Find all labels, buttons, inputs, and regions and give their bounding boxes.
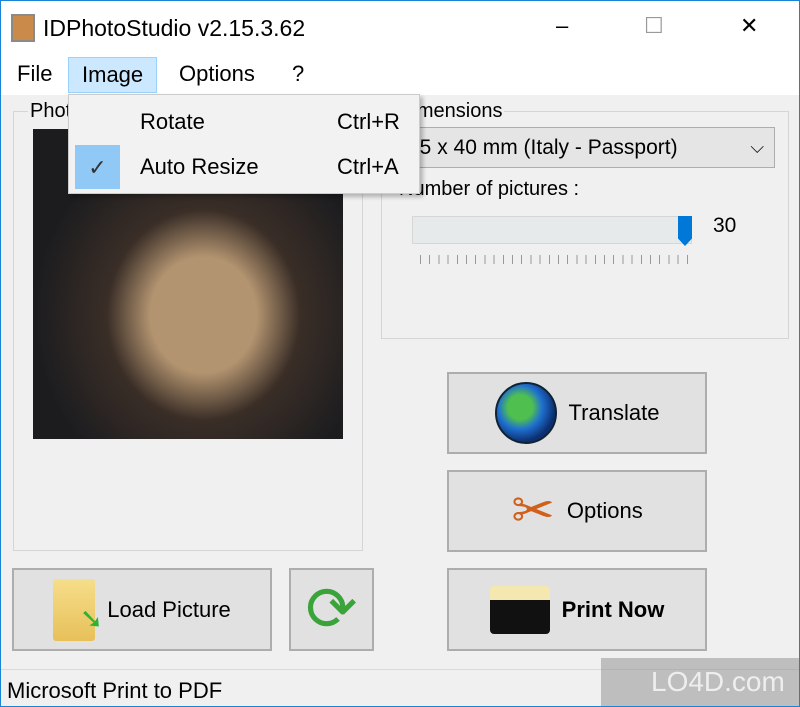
refresh-button[interactable]: ⟳ [289, 568, 374, 651]
options-label: Options [566, 498, 643, 523]
translate-label: Translate [568, 400, 660, 425]
menu-image[interactable]: Image [68, 57, 158, 93]
minimize-button[interactable]: – [556, 13, 568, 39]
rotate-label: Rotate [140, 109, 205, 134]
pictures-value: 30 [713, 214, 737, 237]
close-button[interactable]: ✕ [740, 13, 758, 39]
print-now-label: Print Now [561, 596, 665, 622]
window-title: IDPhotoStudio v2.15.3.62 [43, 15, 306, 41]
app-icon [11, 14, 35, 42]
format-value: 35 x 40 mm (Italy - Passport) [408, 136, 678, 159]
refresh-icon: ⟳ [305, 574, 358, 644]
globe-icon [494, 382, 557, 444]
status-printer: Microsoft Print to PDF [7, 678, 223, 703]
load-picture-button[interactable]: ➘ Load Picture [12, 568, 272, 651]
slider-ticks [420, 255, 688, 264]
load-picture-label: Load Picture [107, 596, 231, 622]
menu-file[interactable]: File [4, 57, 65, 93]
menu-item-auto-resize[interactable]: ✓ Auto Resize Ctrl+A [69, 144, 419, 190]
chevron-down-icon: ⌵ [750, 137, 764, 157]
menu-help[interactable]: ? [279, 57, 317, 93]
folder-icon: ➘ [53, 578, 103, 641]
pictures-slider[interactable] [412, 216, 692, 244]
menu-item-rotate[interactable]: Rotate Ctrl+R [69, 99, 419, 145]
title-bar: IDPhotoStudio v2.15.3.62 – ☐ ✕ [1, 1, 799, 51]
printer-icon [489, 585, 550, 634]
rotate-shortcut: Ctrl+R [337, 109, 400, 134]
image-menu-dropdown: Rotate Ctrl+R ✓ Auto Resize Ctrl+A [68, 94, 420, 194]
auto-resize-label: Auto Resize [140, 154, 259, 179]
tools-icon: ✂ [511, 482, 555, 540]
menu-options[interactable]: Options [166, 57, 268, 93]
pictures-label: Number of pictures : [399, 178, 580, 200]
checkmark-icon: ✓ [75, 145, 120, 189]
maximize-button[interactable]: ☐ [644, 13, 664, 39]
menu-bar: File Image Options ? [1, 51, 799, 95]
watermark-text: LO4D.com [651, 666, 785, 697]
print-now-button[interactable]: Print Now [447, 568, 707, 651]
dimensions-group: Dimensions 35 x 40 mm (Italy - Passport)… [381, 100, 789, 339]
format-combobox[interactable]: 35 x 40 mm (Italy - Passport) ⌵ [399, 127, 775, 168]
options-button[interactable]: ✂ Options [447, 470, 707, 552]
auto-resize-shortcut: Ctrl+A [337, 154, 399, 179]
translate-button[interactable]: Translate [447, 372, 707, 454]
watermark-logo: LO4D.com [601, 658, 799, 706]
